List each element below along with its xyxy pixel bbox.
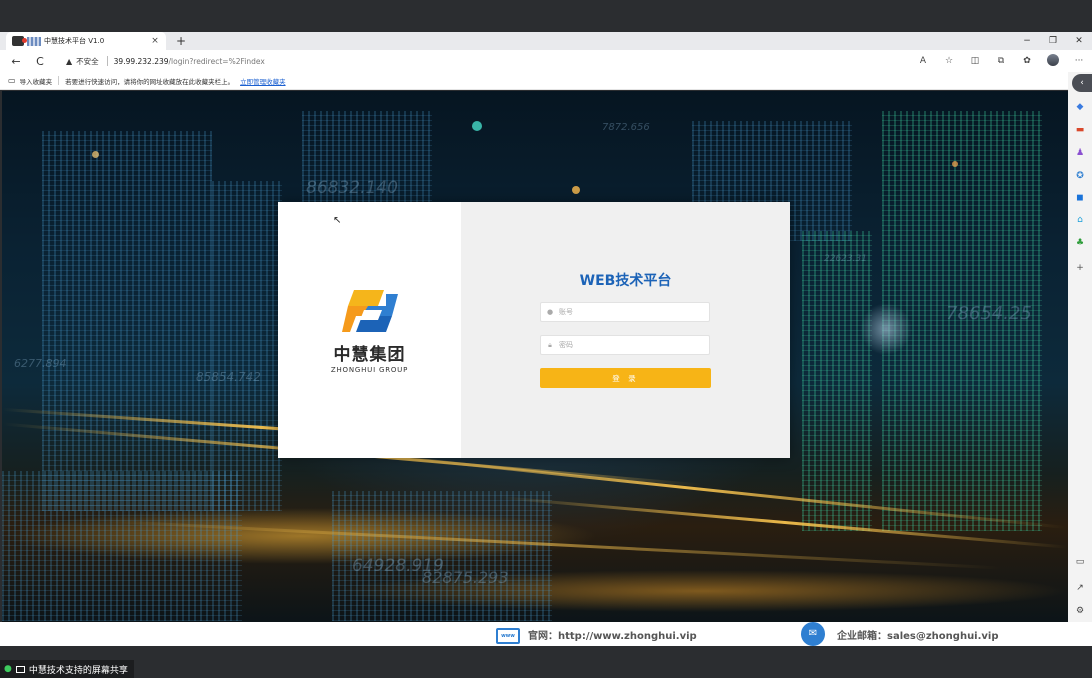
login-title: WEB技术平台 — [579, 273, 672, 289]
favorites-separator — [58, 76, 60, 85]
browser-tab-bar: 中慧技术平台 V1.0 × + − ❐ ✕ — [0, 32, 1092, 50]
address-toolbar: ← C ▲ 不安全 39.99.232.239 /login?redirect=… — [0, 50, 1092, 72]
bg-light-dot — [92, 151, 99, 158]
extensions-icon[interactable]: ✿ — [1014, 56, 1040, 66]
sidebar-outlook-icon[interactable]: ◼ — [1072, 191, 1088, 205]
browser-tab-active[interactable]: 中慧技术平台 V1.0 × — [6, 32, 166, 50]
bg-number: 85854.742 — [196, 370, 261, 384]
footer-email: ✉ 企业邮箱：sales@zhonghui.vip — [801, 622, 999, 646]
more-menu-icon[interactable]: ··· — [1066, 56, 1092, 66]
sidebar-toolbox-icon[interactable]: ▬ — [1072, 123, 1088, 137]
new-tab-button[interactable]: + — [174, 34, 188, 48]
website-icon: www — [496, 628, 520, 644]
import-favorites-link[interactable]: 导入收藏夹 — [20, 76, 53, 86]
bg-light-dot — [572, 186, 580, 194]
page-footer: www 官网：http://www.zhonghui.vip ✉ 企业邮箱：sa… — [0, 622, 1092, 646]
footer-website: www 官网：http://www.zhonghui.vip — [496, 622, 697, 646]
sidebar-screen-icon[interactable]: ▭ — [1072, 555, 1088, 569]
bg-building — [42, 131, 212, 511]
bg-number: 22623.31 — [824, 254, 867, 264]
bg-hexagon-glow — [860, 303, 912, 355]
screen-share-icon — [15, 665, 25, 673]
sidebar-add-icon[interactable]: + — [1072, 261, 1088, 275]
username-field[interactable]: ● — [540, 302, 710, 322]
bg-building — [212, 181, 282, 511]
tab-title: 中慧技术平台 V1.0 — [44, 37, 105, 45]
collections-icon[interactable]: ⧉ — [988, 56, 1014, 66]
url-separator — [106, 56, 108, 66]
screen-share-label: 中慧技术支持的屏幕共享 — [28, 665, 128, 676]
bg-building — [2, 471, 242, 621]
login-form-panel: WEB技术平台 ● 🔒︎ 登 录 — [461, 202, 790, 458]
mouse-cursor-icon: ↖ — [333, 215, 342, 226]
toolbar-right: A ☆ ◫ ⧉ ✿ ··· — [910, 50, 1092, 72]
tab-close-icon[interactable]: × — [150, 36, 160, 46]
password-input[interactable] — [559, 341, 699, 349]
bg-light-dot — [472, 121, 482, 131]
login-button[interactable]: 登 录 — [540, 368, 711, 388]
manage-favorites-link[interactable]: 立即管理收藏夹 — [240, 76, 286, 86]
sidebar-shopping-icon[interactable]: ⌂ — [1072, 213, 1088, 227]
browser-sidebar: ‹ ◆ ▬ ♟ ✪ ◼ ⌂ ♣ + ▭ ↗ ⚙ — [1068, 72, 1092, 622]
sidebar-games-icon[interactable]: ♟ — [1072, 146, 1088, 160]
bg-light-dot — [952, 161, 958, 167]
favorites-hint: 若要进行快速访问，请将你的网址收藏放在此收藏夹栏上。 — [65, 77, 235, 86]
bg-number: 7872.656 — [602, 122, 650, 133]
footer-website-text: 官网：http://www.zhonghui.vip — [528, 630, 697, 642]
profile-avatar-icon[interactable] — [1040, 53, 1066, 69]
url-field[interactable]: ▲ 不安全 39.99.232.239 /login?redirect=%2Fi… — [56, 52, 956, 70]
bg-number: 6277.894 — [14, 357, 67, 370]
back-arrow-icon[interactable]: ← — [4, 55, 28, 68]
os-bottom-region — [0, 646, 1092, 678]
os-top-region — [0, 0, 1092, 32]
screen-share-indicator[interactable]: ● 中慧技术支持的屏幕共享 — [0, 660, 134, 678]
footer-email-text: 企业邮箱：sales@zhonghui.vip — [837, 630, 999, 642]
insecure-label[interactable]: 不安全 — [76, 56, 99, 67]
password-field[interactable]: 🔒︎ — [540, 335, 710, 355]
bg-number: 86832.140 — [306, 178, 398, 198]
split-screen-icon[interactable]: ◫ — [962, 56, 988, 66]
warning-triangle-icon[interactable]: ▲ — [66, 57, 72, 66]
restore-button[interactable]: ❐ — [1040, 32, 1066, 50]
sidebar-settings-icon[interactable]: ⚙ — [1072, 604, 1088, 618]
favorite-star-icon[interactable]: ☆ — [936, 56, 962, 66]
lock-icon: 🔒︎ — [548, 340, 552, 349]
mail-icon: ✉ — [801, 622, 825, 646]
sidebar-tag-icon[interactable]: ◆ — [1072, 100, 1088, 114]
read-aloud-icon[interactable]: A — [910, 56, 936, 66]
sidebar-collapse-icon[interactable]: ‹ — [1072, 74, 1092, 92]
login-card: 中慧集团 ZHONGHUI GROUP WEB技术平台 ● 🔒︎ 登 录 — [278, 202, 790, 458]
bg-building — [802, 231, 872, 531]
site-favicon-icon — [27, 36, 41, 46]
minimize-button[interactable]: − — [1014, 32, 1040, 50]
window-controls: − ❐ ✕ — [1014, 32, 1092, 50]
sidebar-copilot-icon[interactable]: ✪ — [1072, 169, 1088, 183]
tab-actions-icon[interactable] — [12, 36, 27, 46]
url-host: 39.99.232.239 — [113, 56, 169, 66]
bg-number: 78654.25 — [946, 303, 1032, 324]
zhonghui-logo-icon — [341, 290, 398, 332]
username-input[interactable] — [559, 308, 699, 316]
user-icon: ● — [546, 308, 554, 316]
logo-english-text: ZHONGHUI GROUP — [330, 366, 409, 374]
sidebar-external-icon[interactable]: ↗ — [1072, 581, 1088, 595]
logo-chinese-text: 中慧集团 — [333, 345, 406, 365]
sidebar-tree-icon[interactable]: ♣ — [1072, 236, 1088, 250]
url-path: /login?redirect=%2Findex — [168, 56, 265, 66]
close-window-button[interactable]: ✕ — [1066, 32, 1092, 50]
microphone-icon: ● — [4, 664, 12, 674]
reload-icon[interactable]: C — [28, 55, 52, 68]
bg-number: 82875.293 — [422, 568, 509, 587]
import-favorites-icon[interactable]: ▭ — [8, 76, 16, 85]
login-logo-panel: 中慧集团 ZHONGHUI GROUP — [278, 202, 461, 458]
login-page-background: 86832.140 7872.656 6277.894 85854.742 64… — [2, 91, 1068, 622]
favorites-bar: ▭ 导入收藏夹 若要进行快速访问，请将你的网址收藏放在此收藏夹栏上。 立即管理收… — [0, 72, 1092, 90]
